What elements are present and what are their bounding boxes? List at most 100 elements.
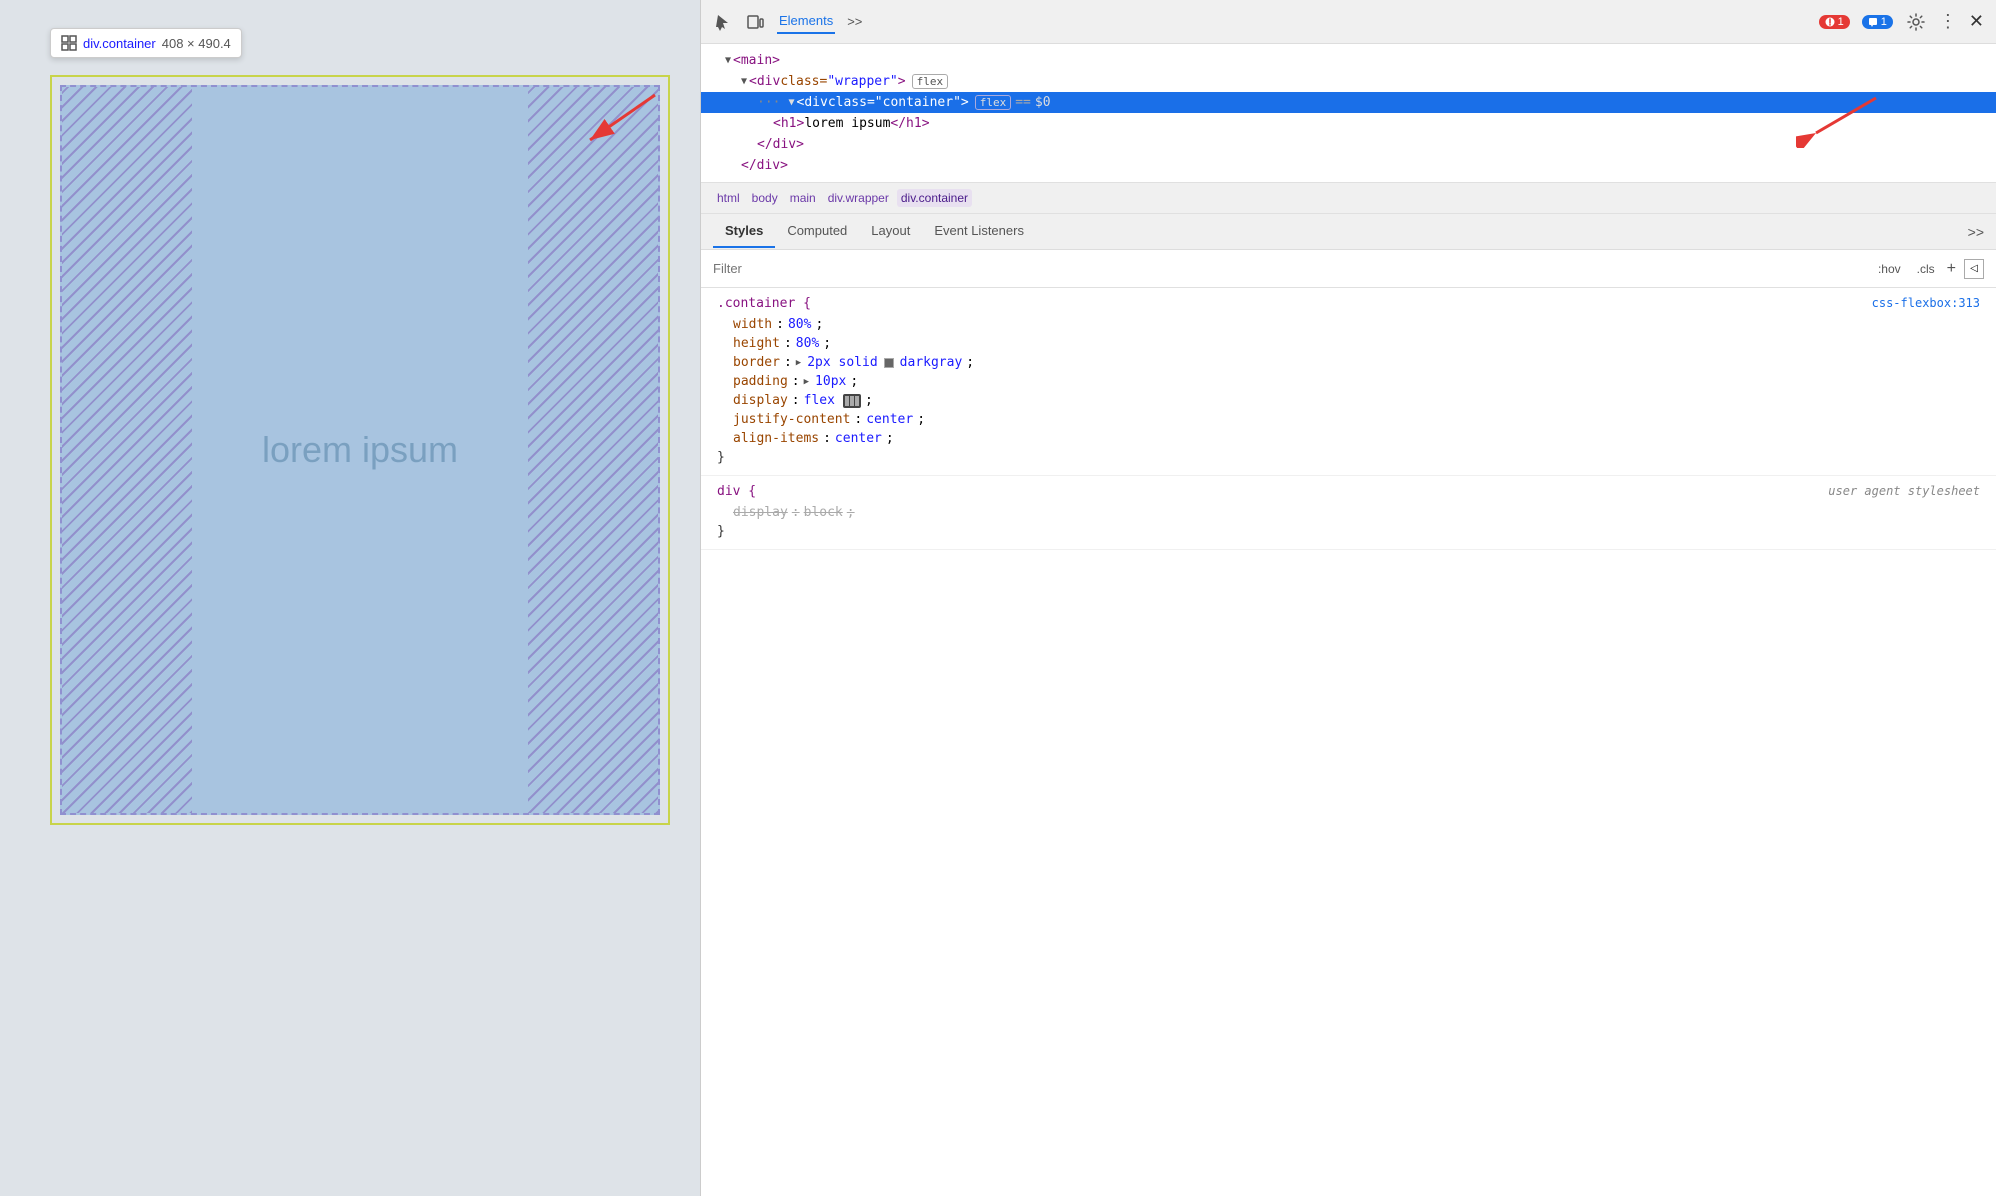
prop-val-display: flex bbox=[804, 393, 835, 408]
lorem-text: lorem ipsum bbox=[262, 429, 458, 471]
semicolon: ; bbox=[886, 431, 894, 446]
colon: : bbox=[784, 336, 792, 351]
triangle-padding[interactable]: ▶ bbox=[804, 377, 809, 387]
css-selector-container: .container { css-flexbox:313 bbox=[717, 296, 1980, 311]
css-prop-align: align-items : center ; bbox=[717, 429, 1980, 448]
attr-class-container: class= bbox=[828, 95, 875, 110]
dom-line-container[interactable]: ··· ▼ <div class="container" > flex == $… bbox=[701, 92, 1996, 113]
css-prop-border: border : ▶ 2px solid darkgray ; bbox=[717, 353, 1980, 372]
error-badge[interactable]: 1 bbox=[1819, 15, 1850, 29]
dom-line-h1[interactable]: <h1> lorem ipsum </h1> bbox=[701, 113, 1996, 134]
triangle-border[interactable]: ▶ bbox=[796, 358, 801, 368]
panel-tabs-more[interactable]: >> bbox=[1968, 224, 1984, 240]
chat-badge[interactable]: 1 bbox=[1862, 15, 1893, 29]
css-prop-height: height : 80% ; bbox=[717, 334, 1980, 353]
hov-button[interactable]: :hov bbox=[1874, 260, 1905, 278]
color-swatch-darkgray[interactable] bbox=[884, 358, 894, 368]
dom-line-wrapper[interactable]: ▼ <div class="wrapper" > flex bbox=[701, 71, 1996, 92]
tab-event-listeners[interactable]: Event Listeners bbox=[922, 215, 1036, 248]
attr-val-container: "container" bbox=[875, 95, 961, 110]
flex-badge-wrapper: flex bbox=[912, 74, 949, 89]
css-rule-container: .container { css-flexbox:313 width : 80%… bbox=[701, 288, 1996, 476]
filter-input[interactable] bbox=[713, 261, 1866, 276]
prop-name-justify: justify-content bbox=[733, 412, 850, 427]
css-prop-width: width : 80% ; bbox=[717, 315, 1980, 334]
elements-tab[interactable]: Elements bbox=[777, 9, 835, 34]
cls-button[interactable]: .cls bbox=[1913, 260, 1939, 278]
container-preview: lorem ipsum bbox=[50, 75, 670, 825]
tag-h1-close: </h1> bbox=[890, 116, 929, 131]
settings-button[interactable] bbox=[1905, 11, 1927, 33]
semicolon: ; bbox=[966, 355, 974, 370]
prop-val-display-ua: block bbox=[804, 505, 843, 520]
breadcrumb-body[interactable]: body bbox=[748, 189, 782, 207]
breadcrumb-main[interactable]: main bbox=[786, 189, 820, 207]
flex-badge-container: flex bbox=[975, 95, 1012, 110]
triangle-icon: ▼ bbox=[788, 97, 794, 108]
selector-text: .container { bbox=[717, 296, 811, 311]
flex-layout-icon[interactable] bbox=[843, 394, 861, 408]
tag-wrapper: <div bbox=[749, 74, 780, 89]
close-button[interactable]: ✕ bbox=[1969, 11, 1984, 32]
prop-name-height: height bbox=[733, 336, 780, 351]
css-prop-display: display : flex ; bbox=[717, 391, 1980, 410]
attr-class: class= bbox=[780, 74, 827, 89]
dots-icon: ··· bbox=[757, 95, 780, 110]
semicolon: ; bbox=[823, 336, 831, 351]
prop-val-width: 80% bbox=[788, 317, 811, 332]
element-tooltip: div.container 408 × 490.4 bbox=[50, 28, 242, 58]
chat-count: 1 bbox=[1881, 16, 1887, 28]
colon: : bbox=[854, 412, 862, 427]
cursor-icon[interactable] bbox=[713, 12, 733, 32]
closing-brace-div: } bbox=[717, 522, 1980, 541]
tab-layout[interactable]: Layout bbox=[859, 215, 922, 248]
tooltip-size: 408 × 490.4 bbox=[162, 36, 231, 51]
dom-tree: ▼ <main> ▼ <div class="wrapper" > flex ·… bbox=[701, 44, 1996, 183]
prop-val-border-color: darkgray bbox=[900, 355, 963, 370]
tag-close-div2: </div> bbox=[741, 158, 788, 173]
breadcrumb-container[interactable]: div.container bbox=[897, 189, 972, 207]
prop-val-align: center bbox=[835, 431, 882, 446]
container-box: lorem ipsum bbox=[60, 85, 660, 815]
device-icon[interactable] bbox=[745, 12, 765, 32]
brace: } bbox=[717, 450, 725, 465]
tooltip-element-name: div.container bbox=[83, 36, 156, 51]
add-rule-button[interactable]: + bbox=[1947, 260, 1956, 278]
tab-styles[interactable]: Styles bbox=[713, 215, 775, 248]
selector-div-text: div { bbox=[717, 484, 756, 499]
hatch-right bbox=[528, 87, 658, 813]
dom-line-close-div2[interactable]: </div> bbox=[701, 155, 1996, 176]
breadcrumb-html[interactable]: html bbox=[713, 189, 744, 207]
colon: : bbox=[823, 431, 831, 446]
tag-container: <div bbox=[797, 95, 828, 110]
eq-sign: == bbox=[1015, 95, 1031, 110]
css-source[interactable]: css-flexbox:313 bbox=[1872, 296, 1980, 310]
css-prop-display-ua: display : block ; bbox=[717, 503, 1980, 522]
css-prop-justify: justify-content : center ; bbox=[717, 410, 1980, 429]
panel-tabs: Styles Computed Layout Event Listeners >… bbox=[701, 214, 1996, 250]
prop-name-border: border bbox=[733, 355, 780, 370]
devtools-toolbar: Elements >> 1 1 ⋮ ✕ bbox=[701, 0, 1996, 44]
colon: : bbox=[792, 374, 800, 389]
breadcrumb: html body main div.wrapper div.container bbox=[701, 183, 1996, 214]
semicolon-ua: ; bbox=[847, 505, 855, 520]
brace: } bbox=[717, 524, 725, 539]
semicolon: ; bbox=[850, 374, 858, 389]
more-options-button[interactable]: ⋮ bbox=[1939, 11, 1957, 32]
semicolon: ; bbox=[815, 317, 823, 332]
tab-computed[interactable]: Computed bbox=[775, 215, 859, 248]
error-count: 1 bbox=[1838, 16, 1844, 28]
layout-toggle-button[interactable]: ◁ bbox=[1964, 259, 1984, 279]
more-tabs-btn[interactable]: >> bbox=[847, 14, 862, 29]
tag-main: <main> bbox=[733, 53, 780, 68]
tag-h1: <h1> bbox=[773, 116, 804, 131]
prop-name-display-ua: display bbox=[733, 505, 788, 520]
colon-ua: : bbox=[792, 505, 800, 520]
colon: : bbox=[792, 393, 800, 408]
dom-line-close-div1[interactable]: </div> bbox=[701, 134, 1996, 155]
user-agent-label: user agent stylesheet bbox=[1828, 484, 1980, 498]
triangle-icon: ▼ bbox=[725, 55, 731, 66]
attr-val-wrapper: "wrapper" bbox=[827, 74, 897, 89]
breadcrumb-wrapper[interactable]: div.wrapper bbox=[824, 189, 893, 207]
dom-line-main[interactable]: ▼ <main> bbox=[701, 50, 1996, 71]
